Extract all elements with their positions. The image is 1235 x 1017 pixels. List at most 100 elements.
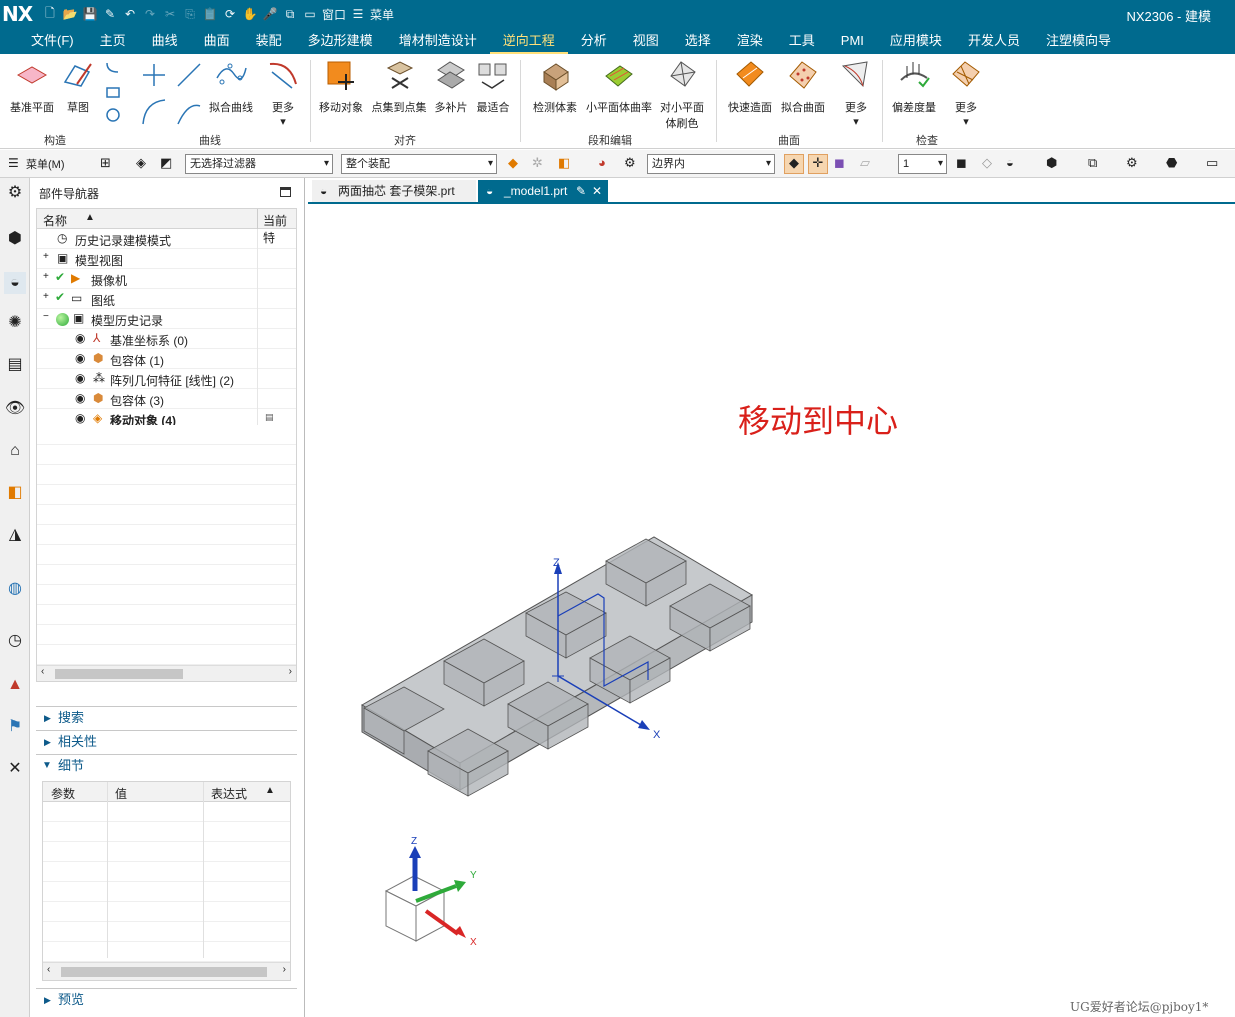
type-filter-icon[interactable]: ⊞ — [100, 155, 111, 171]
details-col-value[interactable]: 值 — [115, 785, 127, 802]
menu-dropdown[interactable]: 菜单 — [370, 6, 394, 23]
constraint-navigator-icon[interactable]: ✺ — [4, 312, 26, 334]
eye-icon[interactable]: ◉ — [75, 391, 85, 405]
inspect-more-button[interactable]: 更多 ▾ — [946, 58, 986, 128]
details-col-param[interactable]: 参数 — [51, 785, 75, 802]
details-scrollbar[interactable]: ‹ › — [43, 962, 290, 980]
section-preview[interactable]: ▶ 预览 — [36, 988, 297, 1010]
menu-item[interactable]: 开发人员 — [955, 28, 1033, 54]
menu-icon[interactable]: ☰ — [350, 7, 366, 21]
facet-body-curvature-button[interactable]: 小平面体曲率 — [584, 58, 654, 115]
menu-item[interactable]: 装配 — [243, 28, 295, 54]
detect-primitives-button[interactable]: 检测体素 — [530, 58, 580, 115]
menu-item[interactable]: 视图 — [620, 28, 672, 54]
render-style-icon[interactable]: ◒ — [1006, 155, 1014, 170]
roles-icon[interactable]: ⚑ — [4, 716, 26, 738]
section-search[interactable]: ▶ 搜索 — [36, 706, 297, 728]
web-browser-icon[interactable]: 👁 — [4, 398, 26, 420]
window-menu[interactable]: 窗口 — [322, 6, 346, 23]
repeat-command-icon[interactable]: ⟳ — [222, 7, 238, 21]
scroll-thumb[interactable] — [55, 669, 183, 679]
display-icon[interactable]: ⬣ — [1166, 155, 1177, 171]
selection-mode-icon[interactable]: ◆ — [508, 155, 518, 171]
eye-icon[interactable]: ◉ — [75, 411, 85, 425]
select-feature-icon[interactable]: ✲ — [532, 155, 543, 171]
curve-more-button[interactable]: 更多 ▾ — [264, 58, 302, 128]
new-file-icon[interactable]: 🗋 — [42, 4, 58, 25]
select-body-icon[interactable]: ◈ — [136, 155, 146, 171]
collapse-icon[interactable]: − — [43, 311, 49, 322]
tab-two-side-core[interactable]: ◒ 两面抽芯 套子模架.prt — [312, 180, 476, 202]
wire-cube-icon[interactable]: ◇ — [982, 155, 992, 171]
sketch-button[interactable]: 草图 — [60, 58, 96, 115]
scroll-left-icon[interactable]: ‹ — [41, 666, 44, 677]
touch-mode-icon[interactable]: ✋ — [242, 7, 258, 21]
redo-icon[interactable]: ↷ — [142, 7, 158, 21]
deviation-gauge-button[interactable]: 偏差度量 — [888, 58, 940, 115]
column-divider[interactable] — [257, 209, 258, 229]
select-component-icon[interactable]: ◩ — [160, 155, 172, 171]
datum-plane-button[interactable]: 基准平面 — [8, 58, 56, 115]
tree-row-cameras[interactable]: + ✔ ▶ 摄像机 — [37, 269, 296, 289]
selection-filter-combo[interactable]: 无选择过滤器 — [185, 154, 333, 174]
fit-curve-button[interactable]: 拟合曲线 — [206, 58, 256, 115]
column-name[interactable]: 名称 — [43, 212, 67, 229]
tools-icon[interactable]: ✕ — [4, 758, 26, 780]
expand-icon[interactable]: + — [43, 271, 49, 282]
folder-icon[interactable]: ▱ — [860, 155, 870, 171]
window-icon[interactable]: ▭ — [1206, 155, 1218, 171]
layer-settings-icon[interactable]: ⧉ — [1088, 155, 1097, 171]
selection-scope-combo[interactable]: 整个装配 — [341, 154, 497, 174]
cube-select-icon[interactable]: ◆ — [784, 154, 804, 174]
menu-item[interactable]: 增材制造设计 — [386, 28, 490, 54]
tree-row-history-mode[interactable]: ◷ 历史记录建模模式 — [37, 229, 296, 249]
menu-item[interactable]: 多边形建模 — [295, 28, 386, 54]
eye-icon[interactable]: ◉ — [75, 351, 85, 365]
menu-item[interactable]: PMI — [828, 28, 877, 54]
layer-combo[interactable]: 1 — [898, 154, 947, 174]
fit-surface-button[interactable]: 拟合曲面 — [778, 58, 828, 115]
maximize-icon[interactable] — [280, 187, 291, 197]
scroll-right-icon[interactable]: › — [289, 666, 292, 677]
multi-patch-button[interactable]: 多补片 — [430, 58, 472, 115]
settings-gear-icon[interactable]: ⚙ — [4, 182, 26, 204]
tree-row-pattern-geometry[interactable]: ◉ ⁂ 阵列几何特征 [线性] (2) — [37, 369, 296, 389]
boundary-combo[interactable]: 边界内 — [647, 154, 775, 174]
tree-row-model-views[interactable]: + ▣ 模型视图 — [37, 249, 296, 269]
scroll-thumb[interactable] — [61, 967, 267, 977]
eye-icon[interactable]: ◉ — [75, 371, 85, 385]
section-dependencies[interactable]: ▶ 相关性 — [36, 730, 297, 752]
snap-icon[interactable]: ⚙ — [624, 155, 636, 171]
surface-more-button[interactable]: 更多 ▾ — [836, 58, 876, 128]
tree-row-bounding-body-1[interactable]: ◉ ⬢ 包容体 (1) — [37, 349, 296, 369]
tree-row-bounding-body-3[interactable]: ◉ ⬢ 包容体 (3) — [37, 389, 296, 409]
cut-icon[interactable]: ✂ — [162, 7, 178, 21]
sort-asc-icon[interactable]: ▲ — [265, 785, 275, 796]
eye-icon[interactable]: ◉ — [75, 331, 85, 345]
save-icon[interactable]: 💾 — [82, 7, 98, 21]
globe-icon[interactable]: ◍ — [4, 578, 26, 600]
reuse-library-icon[interactable]: ▤ — [4, 354, 26, 376]
menu-item[interactable]: 注塑模向导 — [1033, 28, 1124, 54]
menu-item[interactable]: 逆向工程 — [489, 28, 568, 54]
move-object-button[interactable]: 移动对象 — [316, 58, 366, 115]
copy-icon[interactable]: ⎘ — [182, 7, 198, 22]
microphone-icon[interactable]: 🎤 — [262, 7, 278, 21]
menu-item[interactable]: 曲面 — [191, 28, 243, 54]
menu-item[interactable]: 选择 — [672, 28, 724, 54]
checkmark-icon[interactable]: ✔ — [55, 290, 65, 304]
tab-model1[interactable]: ◒ _model1.prt ✎ ✕ — [478, 180, 608, 202]
color-wheel-icon[interactable]: ◕ — [598, 155, 606, 170]
view-triad[interactable] — [384, 846, 466, 942]
checkmark-icon[interactable]: ✔ — [55, 270, 65, 284]
history-palette-icon[interactable]: ⌂ — [4, 440, 26, 462]
part-navigator-icon[interactable]: ◒ — [4, 272, 26, 294]
move-handle-icon[interactable]: ✛ — [808, 154, 828, 174]
best-fit-button[interactable]: 最适合 — [474, 58, 512, 115]
view-orient-icon[interactable]: ⬢ — [1046, 155, 1057, 171]
sort-asc-icon[interactable]: ▲ — [85, 212, 95, 223]
menu-item[interactable]: 文件(F) — [18, 28, 87, 54]
menu-item[interactable]: 应用模块 — [877, 28, 955, 54]
undo-icon[interactable]: ↶ — [122, 7, 138, 21]
expand-icon[interactable]: + — [43, 251, 49, 262]
